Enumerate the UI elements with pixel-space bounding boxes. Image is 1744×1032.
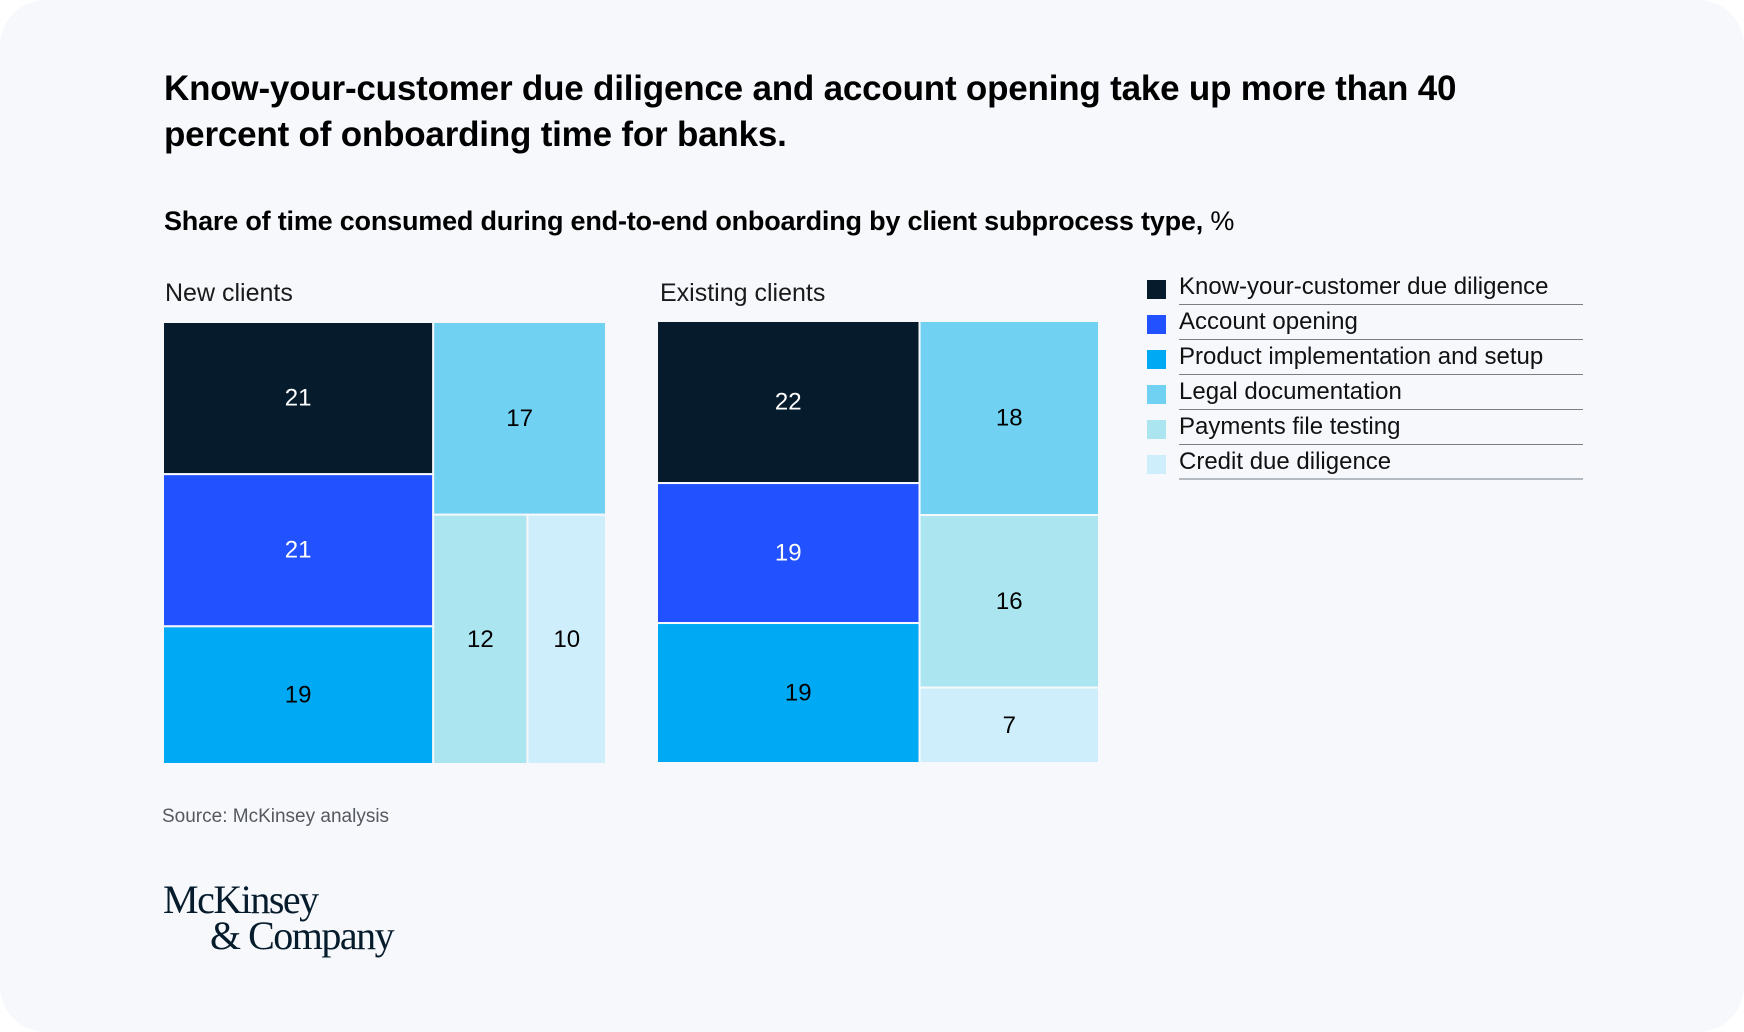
subtitle-unit: % xyxy=(1203,206,1235,236)
treemap-cell-account xyxy=(656,482,921,625)
treemap-value-label-account: 19 xyxy=(775,540,802,567)
treemap-cell-product xyxy=(162,625,435,766)
treemap-cell-product xyxy=(656,622,921,764)
treemap-value-label-account: 21 xyxy=(285,537,312,564)
legend-item-kyc: Know-your-customer due diligence xyxy=(1147,270,1583,305)
treemap-cell-legal xyxy=(432,321,608,516)
treemap-value-label-kyc: 22 xyxy=(775,389,802,416)
legend-label: Legal documentation xyxy=(1179,378,1402,405)
panel-label-new-clients: New clients xyxy=(165,279,293,307)
legend-swatch-legal xyxy=(1147,385,1166,404)
treemap-value-label-payments: 16 xyxy=(996,588,1023,615)
source-note: Source: McKinsey analysis xyxy=(162,806,390,827)
treemap-cell-kyc xyxy=(656,320,921,485)
chart-title: Know-your-customer due diligence and acc… xyxy=(164,69,1457,154)
treemap-value-label-product: 19 xyxy=(785,680,812,707)
legend-label: Credit due diligence xyxy=(1179,448,1392,475)
legend-item-legal: Legal documentation xyxy=(1147,375,1583,410)
treemap-value-label-credit: 10 xyxy=(553,626,580,653)
panel-label-existing-clients: Existing clients xyxy=(660,279,826,307)
treemap-cell-credit xyxy=(918,686,1101,764)
treemap-cell-payments xyxy=(432,513,529,766)
chart-subtitle: Share of time consumed during end-to-end… xyxy=(164,204,1234,238)
treemap-value-label-kyc: 21 xyxy=(285,385,312,412)
legend-label: Know-your-customer due diligence xyxy=(1179,273,1549,300)
treemap-cell-payments xyxy=(918,514,1101,689)
chart-card: Know-your-customer due diligence and acc… xyxy=(0,0,1744,1032)
legend-item-payments: Payments file testing xyxy=(1147,410,1583,445)
treemap-value-label-payments: 12 xyxy=(467,626,494,653)
legend: Know-your-customer due diligence Account … xyxy=(1147,270,1583,480)
treemap-value-label-legal: 18 xyxy=(996,405,1023,432)
subtitle-text: Share of time consumed during end-to-end… xyxy=(164,206,1204,236)
legend-swatch-product xyxy=(1147,350,1166,369)
treemap-value-label-credit: 7 xyxy=(1003,712,1016,739)
treemap-cell-account xyxy=(162,473,435,628)
legend-swatch-account xyxy=(1147,315,1166,334)
treemap-value-label-legal: 17 xyxy=(506,405,533,432)
legend-label: Product implementation and setup xyxy=(1179,343,1544,370)
logo-line-2: & Company xyxy=(210,913,395,958)
legend-item-account: Account opening xyxy=(1147,305,1583,340)
treemap-cell-credit xyxy=(526,513,608,766)
treemap-cell-kyc xyxy=(162,321,435,476)
legend-item-product: Product implementation and setup xyxy=(1147,340,1583,375)
legend-divider xyxy=(1179,478,1583,480)
legend-label: Payments file testing xyxy=(1179,413,1401,440)
legend-swatch-kyc xyxy=(1147,280,1166,299)
legend-item-credit: Credit due diligence xyxy=(1147,445,1583,480)
legend-swatch-credit xyxy=(1147,455,1166,474)
treemap-cell-legal xyxy=(918,320,1101,517)
legend-label: Account opening xyxy=(1179,308,1358,335)
legend-swatch-payments xyxy=(1147,420,1166,439)
treemap-value-label-product: 19 xyxy=(285,682,312,709)
